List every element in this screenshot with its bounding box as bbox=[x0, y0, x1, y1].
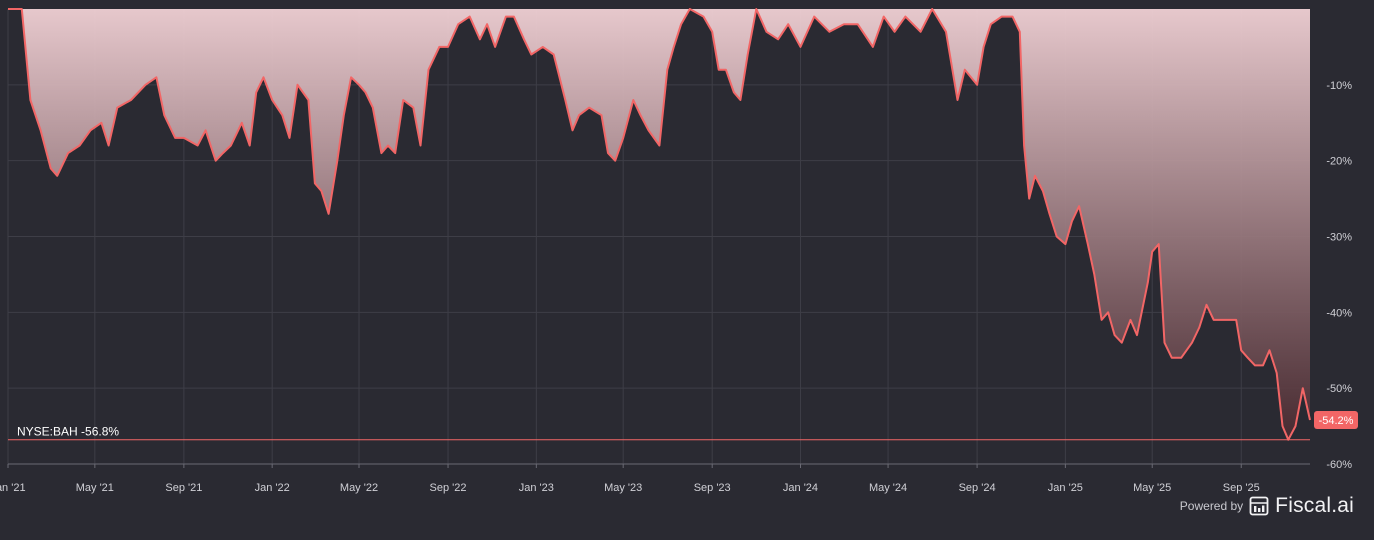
y-tick-label: -30% bbox=[1326, 232, 1352, 244]
x-tick-label: Jan '25 bbox=[1048, 482, 1083, 494]
footer-branding: Powered by Fiscal.ai bbox=[1180, 494, 1354, 518]
drawdown-area bbox=[8, 9, 1310, 440]
y-tick-label: -40% bbox=[1326, 307, 1352, 319]
y-tick-label: -20% bbox=[1326, 156, 1352, 168]
x-tick-label: Jan '23 bbox=[519, 482, 554, 494]
last-value-label: -54.2% bbox=[1319, 415, 1354, 427]
x-tick-label: May '24 bbox=[869, 482, 907, 494]
x-tick-label: Sep '23 bbox=[694, 482, 731, 494]
drawdown-chart: NYSE:BAH -56.8% -10% -20% -30% -40% -50% -60%… bbox=[0, 8, 1358, 494]
x-tick-label: May '22 bbox=[340, 482, 378, 494]
x-tick-label: May '25 bbox=[1133, 482, 1171, 494]
x-tick-label: Jan '24 bbox=[783, 482, 818, 494]
x-tick-label: Sep '25 bbox=[1223, 482, 1260, 494]
brand-name[interactable]: Fiscal.ai bbox=[1275, 494, 1354, 518]
y-tick-label: -60% bbox=[1326, 459, 1352, 471]
x-tick-label: Jan '21 bbox=[0, 482, 26, 494]
x-axis: Jan '21 May '21 Sep '21 Jan '22 May '22 Sep '… bbox=[0, 464, 1260, 494]
y-tick-label: -10% bbox=[1326, 80, 1352, 92]
x-tick-label: Sep '21 bbox=[165, 482, 202, 494]
powered-by-text: Powered by bbox=[1179, 499, 1244, 513]
last-value-badge: -54.2% bbox=[1314, 411, 1358, 430]
series-min-label: NYSE:BAH -56.8% bbox=[17, 425, 119, 439]
fiscal-logo-icon bbox=[1249, 496, 1269, 516]
y-tick-label: -50% bbox=[1326, 383, 1352, 395]
x-tick-label: May '23 bbox=[604, 482, 642, 494]
x-tick-label: May '21 bbox=[76, 482, 114, 494]
x-tick-label: Sep '24 bbox=[959, 482, 996, 494]
x-tick-label: Jan '22 bbox=[255, 482, 290, 494]
x-tick-label: Sep '22 bbox=[430, 482, 467, 494]
